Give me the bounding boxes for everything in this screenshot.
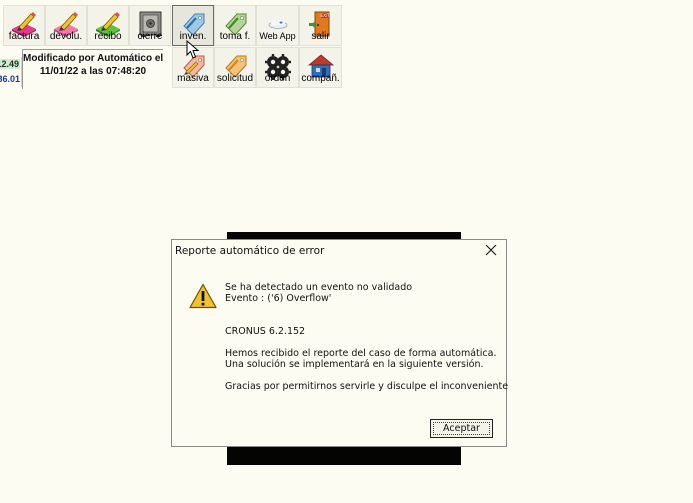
salir-label: salir bbox=[311, 31, 330, 42]
message-line-5: Gracias por permitirnos servirle y discu… bbox=[225, 381, 509, 392]
modified-date-text: 11/01/22 a las 07:48:20 bbox=[39, 66, 147, 77]
amount-bottom: 36.01 bbox=[0, 74, 20, 84]
solicitud-button[interactable]: solicitud bbox=[214, 47, 256, 88]
factura-label: factura bbox=[8, 31, 40, 42]
cierre-label: cierre bbox=[137, 31, 163, 42]
close-icon[interactable] bbox=[484, 243, 498, 257]
amount-top: 12.49 bbox=[0, 59, 20, 69]
accept-button[interactable]: Aceptar bbox=[430, 419, 493, 438]
recibo-label: recibo bbox=[94, 31, 122, 42]
web-app-button[interactable]: Web App bbox=[256, 5, 299, 46]
orden-label: orden bbox=[264, 73, 291, 84]
toma-fisica-button[interactable]: toma f. bbox=[214, 5, 256, 46]
masiva-label: masiva bbox=[177, 73, 209, 84]
orden-button[interactable]: orden bbox=[256, 47, 299, 88]
version-text: CRONUS 6.2.152 bbox=[225, 326, 306, 337]
background-window-bottom bbox=[227, 445, 461, 465]
devolucion-button[interactable]: devolu. bbox=[45, 5, 87, 46]
devolucion-label: devolu. bbox=[49, 31, 83, 42]
salir-button[interactable]: EXIT salir bbox=[299, 5, 342, 46]
compania-button[interactable]: compañ. bbox=[299, 47, 342, 88]
compania-label: compañ. bbox=[301, 73, 340, 84]
toma-fisica-label: toma f. bbox=[219, 31, 251, 42]
svg-text:EXIT: EXIT bbox=[320, 13, 329, 18]
solicitud-label: solicitud bbox=[216, 73, 254, 84]
message-event-line: Evento : ('6) Overflow' bbox=[225, 293, 332, 304]
dialog-title: Reporte automático de error bbox=[175, 245, 325, 257]
factura-button[interactable]: factura bbox=[3, 5, 45, 46]
message-line-4: Una solución se implementará en la sigui… bbox=[225, 359, 484, 370]
warning-icon bbox=[189, 283, 217, 309]
recibo-button[interactable]: recibo bbox=[87, 5, 129, 46]
amount-stub: 12.49 36.01 bbox=[0, 57, 22, 87]
mouse-cursor-icon bbox=[186, 40, 200, 59]
message-line-3: Hemos recibido el reporte del caso de fo… bbox=[225, 348, 497, 359]
modified-by-text: Modificado por Automático el bbox=[23, 53, 164, 64]
error-report-dialog: Reporte automático de error Se ha detect… bbox=[171, 239, 509, 447]
modified-status-panel: Modificado por Automático el 11/01/22 a … bbox=[22, 49, 163, 89]
cierre-button[interactable]: cierre bbox=[129, 5, 171, 46]
message-line-1: Se ha detectado un evento no validado bbox=[225, 282, 413, 293]
web-app-label: Web App bbox=[259, 31, 296, 41]
